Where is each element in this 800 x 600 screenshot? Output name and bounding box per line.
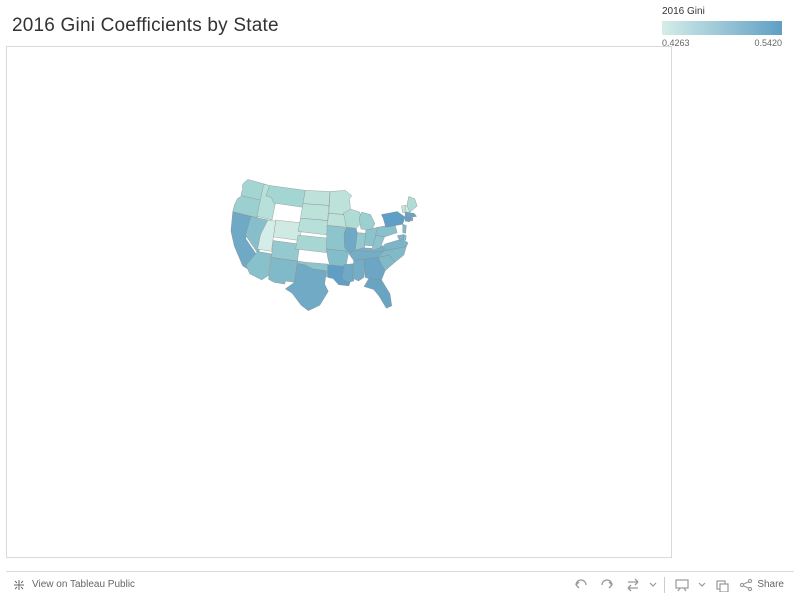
state-nj xyxy=(403,224,407,233)
redo-icon xyxy=(599,578,615,592)
us-map xyxy=(217,177,507,357)
state-nm xyxy=(268,257,297,284)
state-fl xyxy=(364,279,392,309)
state-ia xyxy=(327,213,346,227)
legend-labels: 0.4263 0.5420 xyxy=(662,38,782,48)
map-viewport[interactable] xyxy=(6,46,672,558)
legend-title: 2016 Gini xyxy=(662,6,782,17)
state-ks xyxy=(296,235,329,253)
state-mi xyxy=(359,212,375,230)
state-in xyxy=(355,233,365,251)
legend: 2016 Gini 0.4263 0.5420 xyxy=(662,6,782,48)
undo-icon xyxy=(573,578,589,592)
share-label: Share xyxy=(757,579,784,590)
share-button[interactable]: Share xyxy=(735,578,788,592)
state-ri xyxy=(411,218,413,222)
undo-button[interactable] xyxy=(568,575,594,595)
state-nd xyxy=(303,190,330,205)
download-icon xyxy=(714,578,730,592)
view-tableau-label: View on Tableau Public xyxy=(32,579,135,590)
state-ma xyxy=(405,212,416,217)
legend-gradient xyxy=(662,21,782,35)
toolbar: View on Tableau Public Share xyxy=(6,571,794,597)
replay-button[interactable] xyxy=(620,575,646,595)
chart-title: 2016 Gini Coefficients by State xyxy=(12,15,279,37)
chevron-down-icon xyxy=(698,582,706,588)
presentation-menu-button[interactable] xyxy=(695,575,709,595)
state-ne xyxy=(298,218,329,235)
tableau-icon xyxy=(12,578,26,592)
state-ar xyxy=(326,249,348,267)
chevron-down-icon xyxy=(649,582,657,588)
legend-max: 0.5420 xyxy=(754,38,782,48)
state-wi xyxy=(343,209,361,228)
replay-menu-button[interactable] xyxy=(646,575,660,595)
replay-icon xyxy=(625,578,641,592)
state-ct xyxy=(405,217,410,222)
presentation-icon xyxy=(674,578,690,592)
tableau-logo-link[interactable]: View on Tableau Public xyxy=(12,578,135,592)
presentation-button[interactable] xyxy=(669,575,695,595)
state-sd xyxy=(300,204,328,221)
separator xyxy=(664,577,665,593)
state-ny xyxy=(382,212,406,228)
state-de xyxy=(403,234,406,239)
state-al xyxy=(352,259,365,281)
share-icon xyxy=(739,578,753,592)
download-button[interactable] xyxy=(709,575,735,595)
redo-button[interactable] xyxy=(594,575,620,595)
